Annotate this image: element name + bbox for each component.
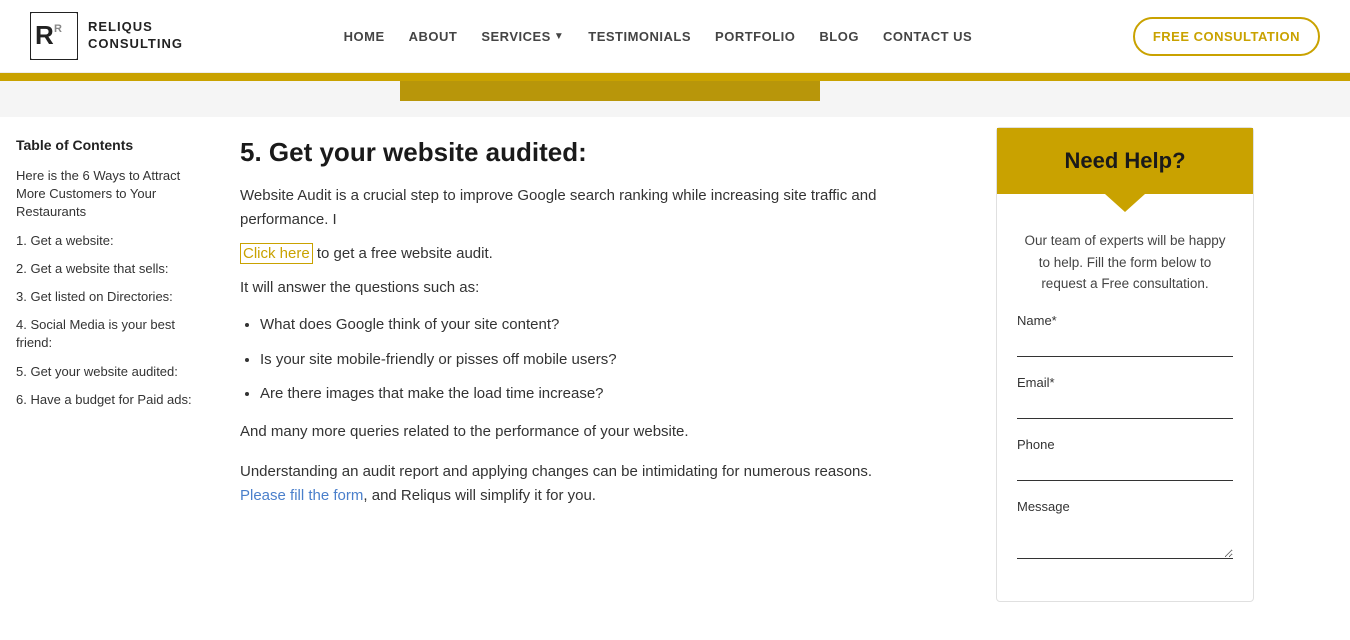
article-content: 5. Get your website audited: Website Aud… [220, 117, 980, 622]
nav-services-label[interactable]: SERVICES [481, 29, 551, 44]
nav-blog[interactable]: BLOG [819, 29, 859, 44]
toc-item-intro[interactable]: Here is the 6 Ways to Attract More Custo… [16, 167, 204, 222]
gold-accent-strip [0, 73, 1350, 81]
question-2: Is your site mobile-friendly or pisses o… [260, 349, 950, 372]
intro-paragraph: Website Audit is a crucial step to impro… [240, 184, 950, 232]
help-card-title: Need Help? [1017, 148, 1233, 174]
toc-item-2[interactable]: 2. Get a website that sells: [16, 260, 204, 278]
and-more-text: And many more queries related to the per… [240, 420, 950, 444]
questions-list: What does Google think of your site cont… [260, 314, 950, 406]
phone-field-group: Phone [1017, 437, 1233, 481]
logo-icon: R R [30, 12, 78, 60]
understanding-line1: Understanding an audit report and applyi… [240, 463, 872, 480]
toc-item-4[interactable]: 4. Social Media is your best friend: [16, 316, 204, 352]
email-input[interactable] [1017, 394, 1233, 419]
toc-item-3[interactable]: 3. Get listed on Directories: [16, 288, 204, 306]
toc-item-5[interactable]: 5. Get your website audited: [16, 363, 204, 381]
help-card: Need Help? Our team of experts will be h… [996, 127, 1254, 602]
article-image [400, 81, 820, 101]
logo[interactable]: R R RELIQUS CONSULTING [30, 12, 183, 60]
help-card-header: Need Help? [997, 128, 1253, 194]
question-1: What does Google think of your site cont… [260, 314, 950, 337]
toc-item-6[interactable]: 6. Have a budget for Paid ads: [16, 391, 204, 409]
toc-item-1[interactable]: 1. Get a website: [16, 232, 204, 250]
phone-input[interactable] [1017, 456, 1233, 481]
main-nav: HOME ABOUT SERVICES ▼ TESTIMONIALS PORTF… [344, 29, 973, 44]
after-please-text: , and Reliqus will simplify it for you. [363, 487, 596, 504]
click-here-paragraph: Click here to get a free website audit. [240, 242, 950, 266]
name-input[interactable] [1017, 332, 1233, 357]
svg-text:R: R [35, 20, 54, 50]
nav-about[interactable]: ABOUT [409, 29, 458, 44]
svg-text:R: R [54, 23, 62, 35]
question-3: Are there images that make the load time… [260, 383, 950, 406]
email-field-group: Email* [1017, 375, 1233, 419]
click-here-link[interactable]: Click here [240, 243, 313, 264]
nav-portfolio[interactable]: PORTFOLIO [715, 29, 795, 44]
name-label: Name* [1017, 313, 1233, 328]
logo-text: RELIQUS CONSULTING [88, 19, 183, 53]
please-fill-form-link[interactable]: Please fill the form [240, 487, 363, 504]
nav-contact[interactable]: CONTACT US [883, 29, 972, 44]
message-field-group: Message [1017, 499, 1233, 563]
email-label: Email* [1017, 375, 1233, 390]
nav-services[interactable]: SERVICES ▼ [481, 29, 564, 44]
section-heading: 5. Get your website audited: [240, 137, 950, 168]
free-consultation-button[interactable]: FREE CONSULTATION [1133, 17, 1320, 56]
help-card-body: Our team of experts will be happy to hel… [997, 194, 1253, 601]
understanding-paragraph: Understanding an audit report and applyi… [240, 460, 950, 508]
right-panel: Need Help? Our team of experts will be h… [980, 117, 1270, 622]
page-layout: Table of Contents Here is the 6 Ways to … [0, 117, 1350, 622]
name-field-group: Name* [1017, 313, 1233, 357]
help-card-description: Our team of experts will be happy to hel… [1017, 230, 1233, 295]
nav-home[interactable]: HOME [344, 29, 385, 44]
phone-label: Phone [1017, 437, 1233, 452]
site-header: R R RELIQUS CONSULTING HOME ABOUT SERVIC… [0, 0, 1350, 73]
toc-title: Table of Contents [16, 137, 204, 153]
chevron-down-icon: ▼ [554, 31, 564, 42]
message-label: Message [1017, 499, 1233, 514]
nav-testimonials[interactable]: TESTIMONIALS [588, 29, 691, 44]
after-click-text: to get a free website audit. [313, 245, 493, 262]
sidebar: Table of Contents Here is the 6 Ways to … [0, 117, 220, 622]
it-will-text: It will answer the questions such as: [240, 276, 950, 300]
message-input[interactable] [1017, 518, 1233, 559]
